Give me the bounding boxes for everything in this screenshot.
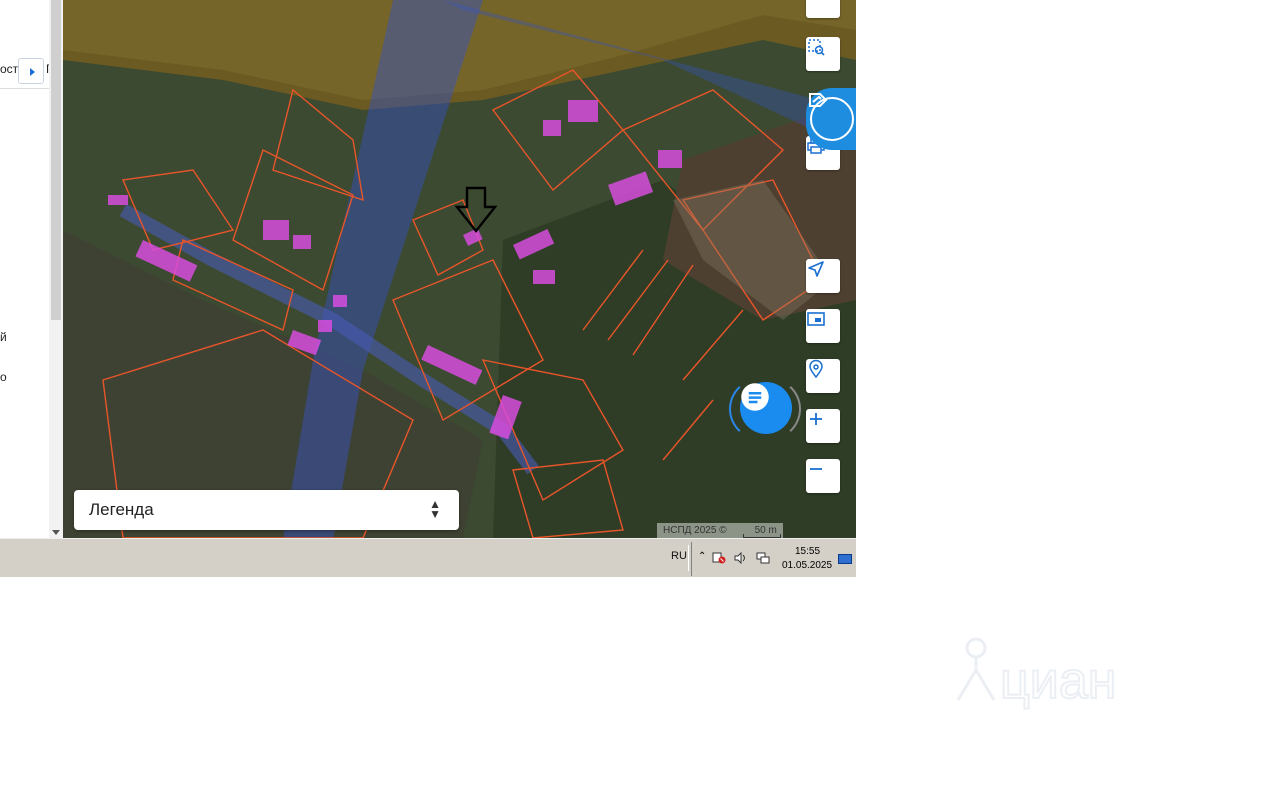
legend-dropdown[interactable]: Легенда ▲ ▼ (74, 490, 459, 530)
ruler-icon (806, 0, 826, 4)
scale-bar-label: 50 m (742, 525, 782, 538)
show-desktop-icon[interactable] (838, 554, 852, 564)
panel-text-fragment-mid: й (0, 330, 7, 344)
location-search-icon (809, 359, 823, 379)
attribution-text: НСПД 2025 © (663, 525, 727, 536)
zoom-out-button[interactable] (806, 459, 840, 493)
map-attribution: НСПД 2025 © 50 m (657, 523, 783, 538)
taskbar-separator (688, 545, 689, 571)
minimap-icon (807, 312, 825, 326)
locate-tool-button[interactable] (806, 259, 840, 293)
satellite-map[interactable]: Легенда ▲ ▼ НСПД 2025 © 50 m (63, 0, 856, 538)
panel-divider (0, 88, 49, 89)
ruler-tool-button[interactable] (806, 0, 840, 18)
navigation-arrow-icon (808, 261, 824, 277)
search-location-tool-button[interactable] (806, 359, 840, 393)
network-icon[interactable] (756, 552, 770, 564)
windows-taskbar: RU ⌃ 15:55 01.05.2025 (0, 538, 856, 577)
area-select-tool-button[interactable] (806, 37, 840, 71)
panel-scrollbar[interactable] (49, 0, 63, 538)
svg-text:циан: циан (1000, 652, 1116, 710)
tray-expand-icon[interactable]: ⌃ (698, 551, 706, 562)
legend-label: Легенда (89, 500, 154, 519)
map-imagery (63, 0, 856, 538)
network-warning-icon[interactable] (712, 552, 726, 564)
left-side-panel: оста Г й о (0, 0, 63, 538)
chat-button[interactable] (740, 382, 792, 434)
services-panel-button[interactable] (806, 88, 856, 150)
chat-icon (741, 383, 769, 411)
map-service-icon (809, 93, 854, 141)
minimap-tool-button[interactable] (806, 309, 840, 343)
chevron-up-down-icon: ▲ ▼ (429, 497, 441, 521)
volume-icon[interactable] (734, 552, 748, 564)
panel-toggle-button[interactable] (18, 58, 44, 84)
clock-date[interactable]: 01.05.2025 (782, 560, 832, 571)
chat-widget[interactable] (729, 376, 805, 442)
zoom-in-button[interactable] (806, 409, 840, 443)
area-select-icon (808, 39, 825, 56)
plus-icon (810, 413, 822, 425)
panel-text-fragment-low: о (0, 370, 7, 384)
language-indicator[interactable]: RU (671, 550, 687, 562)
minus-icon (810, 468, 822, 470)
scroll-down-arrow-icon[interactable] (52, 530, 60, 535)
cian-watermark-logo: циан (956, 637, 1117, 710)
screenshot-frame: оста Г й о (0, 0, 856, 577)
scrollbar-thumb[interactable] (51, 0, 61, 320)
clock-time[interactable]: 15:55 (795, 546, 820, 557)
